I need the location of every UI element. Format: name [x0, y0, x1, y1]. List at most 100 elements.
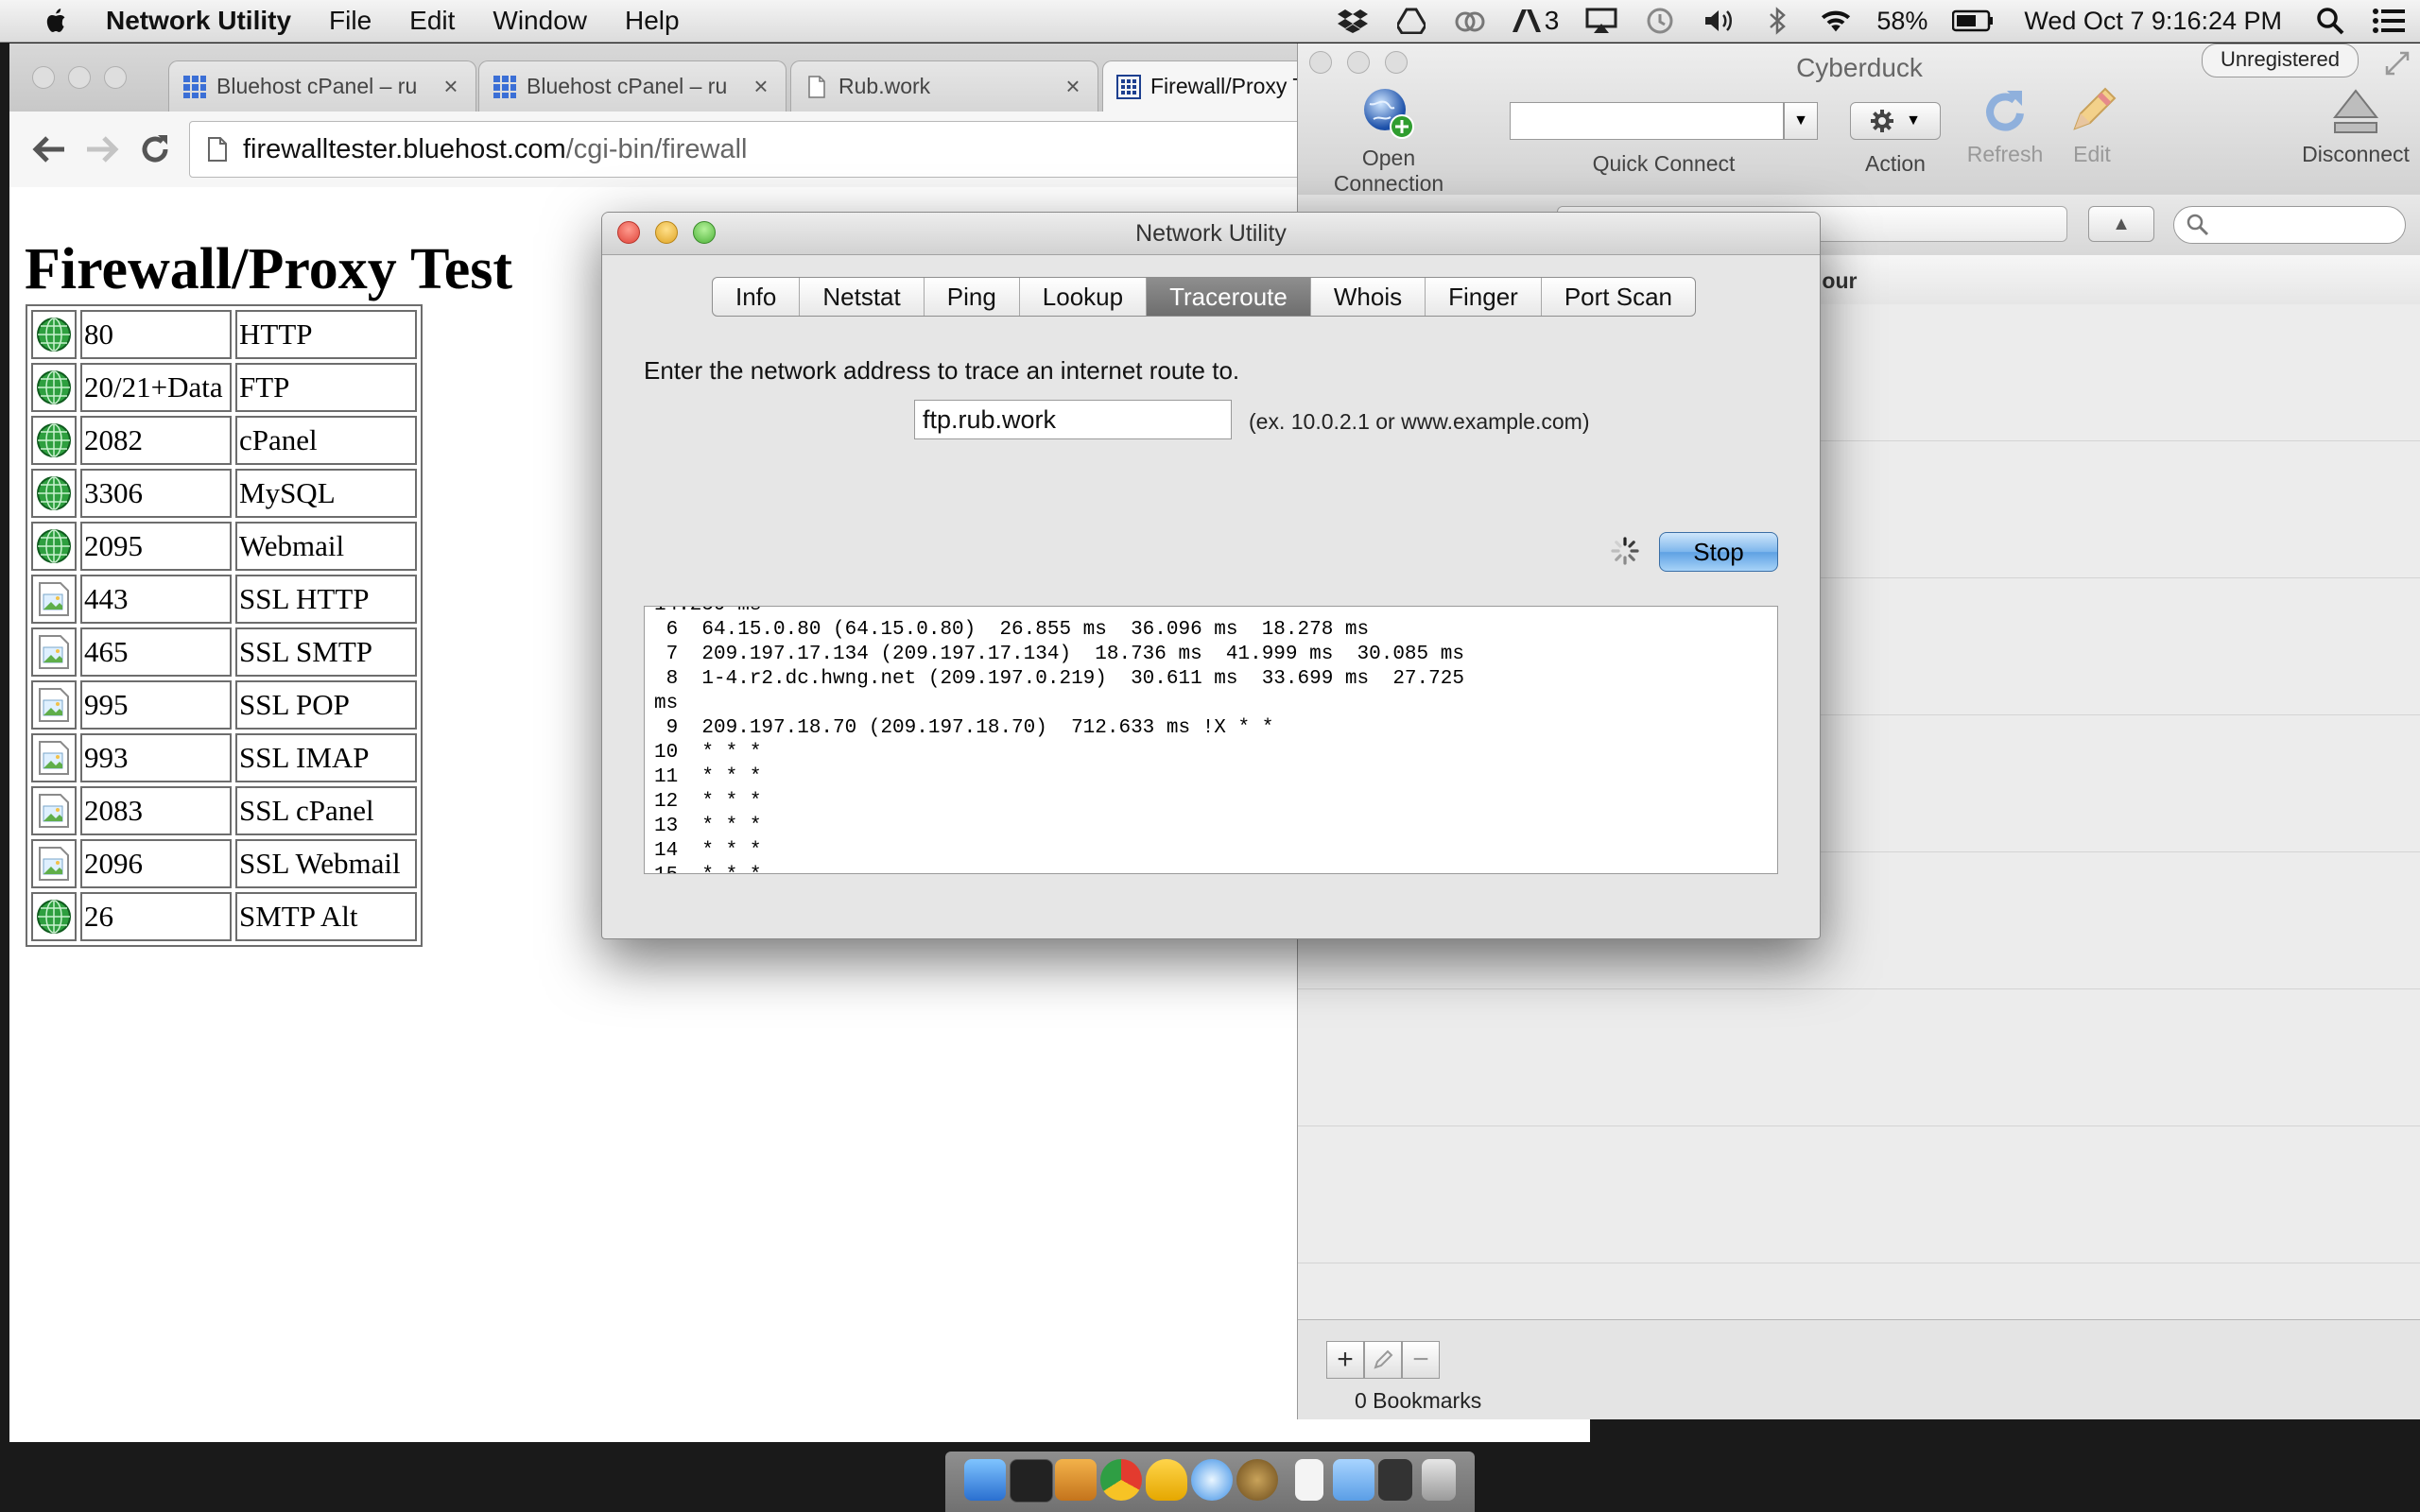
dropbox-icon[interactable]: [1337, 7, 1369, 35]
tab-lookup[interactable]: Lookup: [1020, 278, 1148, 316]
menu-edit[interactable]: Edit: [409, 6, 455, 36]
cyberduck-icon[interactable]: [1146, 1459, 1187, 1501]
output-line: 11 * * *: [654, 766, 762, 788]
network-address-input[interactable]: [914, 400, 1232, 439]
action-button[interactable]: ▼: [1850, 102, 1941, 140]
menu-help[interactable]: Help: [625, 6, 680, 36]
traceroute-output[interactable]: 14.259 ms 6 64.15.0.80 (64.15.0.80) 26.8…: [644, 606, 1778, 874]
tab-ping[interactable]: Ping: [925, 278, 1020, 316]
traceroute-prompt: Enter the network address to trace an in…: [644, 356, 1240, 385]
document-icon[interactable]: [1295, 1459, 1323, 1501]
tab-bluehost-1[interactable]: Bluehost cPanel – ru ×: [168, 60, 476, 112]
output-line: 9 209.197.18.70 (209.197.18.70) 712.633 …: [654, 717, 1274, 739]
reload-icon[interactable]: [134, 129, 176, 170]
tab-title: Bluehost cPanel – ru: [527, 74, 728, 98]
menu-file[interactable]: File: [329, 6, 372, 36]
broken-image-icon: [39, 741, 69, 775]
notification-center-icon[interactable]: [2373, 7, 2405, 35]
minimize-window-button[interactable]: [68, 66, 91, 89]
tab-info[interactable]: Info: [713, 278, 801, 316]
network-utility-icon[interactable]: [1191, 1459, 1233, 1501]
tab-close-icon[interactable]: ×: [440, 72, 462, 101]
tab-traceroute[interactable]: Traceroute: [1147, 278, 1311, 316]
port-number: 2082: [80, 416, 232, 465]
action-label: Action: [1865, 151, 1926, 176]
parent-directory-button[interactable]: ▲: [2088, 206, 2154, 242]
spotlight-search-icon[interactable]: [2314, 7, 2346, 35]
tab-finger[interactable]: Finger: [1426, 278, 1542, 316]
wifi-icon[interactable]: [1820, 7, 1852, 35]
tab-netstat[interactable]: Netstat: [800, 278, 925, 316]
search-input[interactable]: [2173, 206, 2406, 244]
adobe-icon[interactable]: 3: [1512, 6, 1559, 35]
forward-arrow-icon[interactable]: [81, 129, 123, 170]
close-window-button[interactable]: [32, 66, 55, 89]
tab-whois[interactable]: Whois: [1311, 278, 1426, 316]
menu-window[interactable]: Window: [493, 6, 587, 36]
cpanel-grid-icon: [183, 75, 206, 98]
stop-button[interactable]: Stop: [1659, 532, 1778, 572]
status-cell: [31, 363, 77, 412]
tab-rub-work[interactable]: Rub.work ×: [790, 60, 1098, 112]
refresh-label: Refresh: [1966, 142, 2044, 166]
creative-cloud-icon[interactable]: [1454, 7, 1486, 35]
address-example: (ex. 10.0.2.1 or www.example.com): [1249, 409, 1590, 434]
time-machine-icon[interactable]: [1644, 7, 1676, 35]
remove-bookmark-button[interactable]: −: [1402, 1341, 1440, 1379]
refresh-button[interactable]: Refresh: [1960, 85, 2050, 167]
trash-icon[interactable]: [1422, 1459, 1456, 1501]
status-cell: [31, 416, 77, 465]
table-row: 995 SSL POP: [31, 680, 417, 730]
globe-ok-icon: [37, 476, 71, 510]
bluetooth-icon[interactable]: [1761, 7, 1793, 35]
disconnect-button[interactable]: Disconnect: [2290, 85, 2420, 167]
volume-icon[interactable]: [1703, 7, 1735, 35]
url-host: firewalltester.bluehost.com: [243, 133, 566, 164]
port-number: 995: [80, 680, 232, 730]
finder-icon[interactable]: [964, 1459, 1006, 1501]
output-line: 6 64.15.0.80 (64.15.0.80) 26.855 ms 36.0…: [654, 619, 1370, 641]
unregistered-badge[interactable]: Unregistered: [2202, 43, 2359, 77]
stack-icon[interactable]: [1378, 1459, 1412, 1501]
add-bookmark-button[interactable]: +: [1326, 1341, 1364, 1379]
quick-connect-dropdown[interactable]: ▼: [1784, 102, 1818, 140]
globe-ok-icon: [37, 318, 71, 352]
terminal-icon[interactable]: [1010, 1459, 1053, 1503]
clock[interactable]: Wed Oct 7 9:16:24 PM: [2024, 7, 2282, 36]
globe-ok-icon: [37, 529, 71, 563]
quick-connect-label: Quick Connect: [1592, 151, 1736, 176]
status-cell: [31, 627, 77, 677]
folder-icon[interactable]: [1333, 1459, 1374, 1501]
airplay-icon[interactable]: [1585, 7, 1617, 35]
edit-bookmark-button[interactable]: [1364, 1341, 1402, 1379]
tab-close-icon[interactable]: ×: [750, 72, 772, 101]
dock: [945, 1452, 1475, 1512]
service-name: SSL SMTP: [235, 627, 417, 677]
tab-bluehost-2[interactable]: Bluehost cPanel – ru ×: [478, 60, 786, 112]
open-connection-label: Open Connection: [1333, 146, 1444, 196]
app-icon[interactable]: [1236, 1459, 1278, 1501]
quick-connect-input[interactable]: [1510, 102, 1784, 140]
cpanel-grid-icon: [493, 75, 516, 98]
globe-ok-icon: [37, 370, 71, 404]
edit-button[interactable]: Edit: [2054, 85, 2130, 167]
chrome-icon[interactable]: [1100, 1459, 1142, 1501]
app-menu[interactable]: Network Utility: [106, 6, 291, 36]
globe-plus-icon: [1364, 89, 1414, 139]
disconnect-label: Disconnect: [2302, 142, 2410, 166]
back-arrow-icon[interactable]: [28, 129, 70, 170]
bookmark-bottom-bar: + − 0 Bookmarks: [1298, 1319, 2420, 1419]
tab-title: Bluehost cPanel – ru: [216, 74, 418, 98]
sublime-icon[interactable]: [1055, 1459, 1097, 1501]
google-drive-icon[interactable]: [1395, 7, 1427, 35]
fullscreen-icon[interactable]: [2383, 49, 2411, 77]
tab-close-icon[interactable]: ×: [1062, 72, 1084, 101]
port-number: 2096: [80, 839, 232, 888]
apple-icon[interactable]: [38, 5, 76, 37]
zoom-window-button[interactable]: [104, 66, 127, 89]
open-connection-button[interactable]: Open Connection: [1313, 85, 1464, 197]
battery-icon[interactable]: [1952, 7, 1994, 35]
tab-port-scan[interactable]: Port Scan: [1542, 278, 1695, 316]
output-line: 12 * * *: [654, 791, 762, 813]
column-header[interactable]: jour: [1816, 268, 1857, 294]
